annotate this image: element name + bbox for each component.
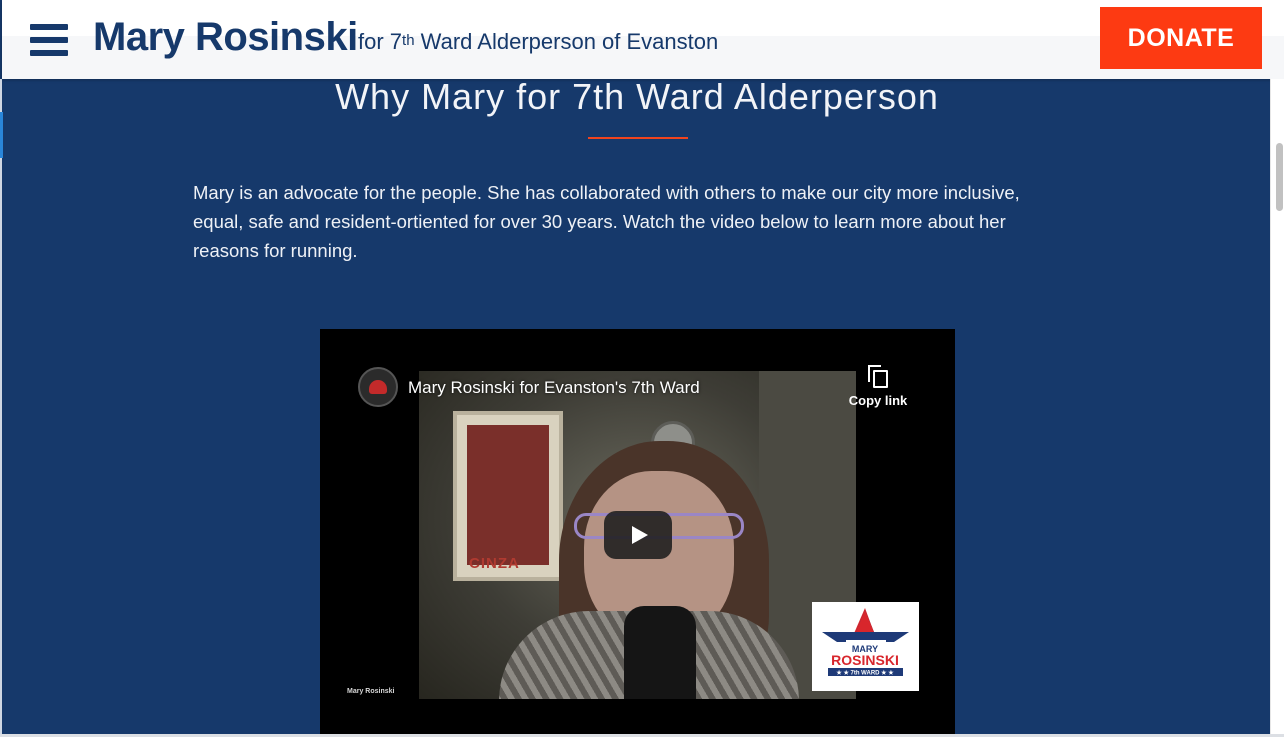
page-left-edge (0, 79, 2, 737)
section-title: Why Mary for 7th Ward Alderperson (335, 76, 939, 117)
site-subtitle: for 7th Ward Alderperson of Evanston (358, 29, 719, 54)
video-title[interactable]: Mary Rosinski for Evanston's 7th Ward (408, 378, 700, 398)
logo-line3: ★ ★ 7th WARD ★ ★ (836, 670, 894, 677)
channel-avatar[interactable] (358, 367, 398, 407)
donate-button[interactable]: DONATE (1100, 7, 1262, 69)
play-button[interactable] (604, 511, 672, 559)
poster-text: CINZA (469, 555, 520, 572)
intro-paragraph: Mary is an advocate for the people. She … (193, 182, 1020, 261)
logo-line2: ROSINSKI (831, 652, 899, 668)
campaign-logo: MARY ROSINSKI ★ ★ 7th WARD ★ ★ (812, 602, 919, 691)
site-name[interactable]: Mary Rosinski (93, 15, 358, 60)
copy-link-button[interactable]: Copy link (840, 365, 916, 417)
play-icon (632, 526, 648, 544)
copy-link-label: Copy link (848, 393, 908, 408)
site-header: Mary Rosinski for 7th Ward Alderperson o… (2, 0, 1284, 79)
title-divider (588, 137, 688, 139)
scrollbar-thumb[interactable] (1276, 143, 1283, 211)
background-poster: CINZA (453, 411, 563, 581)
video-watermark: Mary Rosinski (347, 688, 395, 695)
copy-icon (868, 365, 888, 388)
menu-icon[interactable] (30, 24, 68, 56)
page-left-accent (0, 112, 3, 158)
video-player[interactable]: CINZA Mary Rosinski for Evanston's 7th W… (320, 329, 955, 737)
